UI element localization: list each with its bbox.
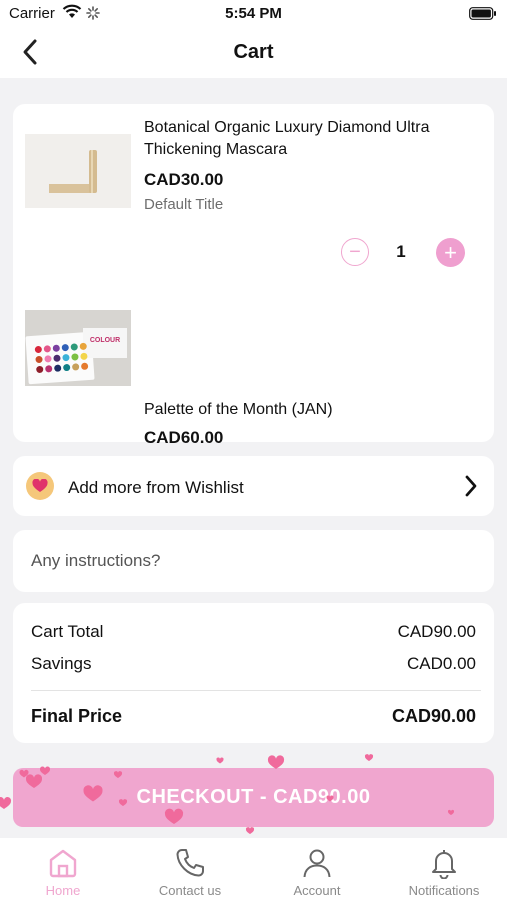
tab-home[interactable]: Home: [0, 838, 126, 900]
final-price-value: CAD90.00: [391, 706, 476, 726]
plus-icon: +: [444, 239, 457, 265]
checkout-label: CHECKOUT - CAD90.00: [136, 786, 371, 808]
heart-icon: [26, 472, 54, 500]
instructions-input[interactable]: [31, 551, 471, 571]
product-image-mascara[interactable]: [25, 134, 131, 208]
quantity-value: 1: [396, 242, 406, 261]
page-title: Cart: [233, 41, 274, 63]
item-title[interactable]: Palette of the Month (JAN): [144, 399, 444, 421]
item-variant: Default Title: [144, 196, 224, 213]
navigation-bar: Cart: [0, 28, 507, 78]
cart-total-value: CAD90.00: [397, 622, 476, 641]
savings-label: Savings: [31, 654, 92, 673]
tab-label: Home: [45, 883, 81, 898]
battery-icon: [469, 7, 497, 24]
checkout-button[interactable]: CHECKOUT - CAD90.00: [13, 768, 494, 827]
status-bar: Carrier 5:54 PM: [0, 0, 507, 28]
decrease-quantity-button[interactable]: −: [341, 238, 369, 266]
home-icon: [47, 847, 79, 884]
tab-label: Account: [293, 883, 341, 898]
wishlist-label: Add more from Wishlist: [68, 478, 244, 497]
clock: 5:54 PM: [225, 5, 282, 22]
cart-item: COLOUR Palette of the Month (JAN) CAD60.…: [13, 264, 494, 585]
cart-item: Botanical Organic Luxury Diamond Ultra T…: [13, 104, 494, 267]
tab-label: Notifications: [408, 883, 480, 898]
tab-bar: Home Contact us Account Notifications: [0, 838, 507, 900]
user-icon: [301, 847, 333, 884]
svg-text:COLOUR: COLOUR: [90, 337, 120, 344]
chevron-right-icon: [464, 474, 478, 503]
cart-total-label: Cart Total: [31, 622, 104, 641]
bell-icon: [428, 847, 460, 884]
add-from-wishlist-button[interactable]: Add more from Wishlist: [13, 456, 494, 516]
minus-icon: −: [349, 240, 361, 263]
order-summary-card: Cart Total CAD90.00 Savings CAD0.00 Fina…: [13, 603, 494, 743]
divider: [31, 690, 481, 691]
item-price: CAD60.00: [144, 428, 224, 447]
tab-contact-us[interactable]: Contact us: [127, 838, 253, 900]
savings-value: CAD0.00: [407, 654, 476, 673]
product-image-palette[interactable]: COLOUR: [25, 310, 131, 386]
instructions-card: [13, 530, 494, 592]
cart-items-card: Botanical Organic Luxury Diamond Ultra T…: [13, 104, 494, 585]
tab-notifications[interactable]: Notifications: [381, 838, 507, 900]
item-price: CAD30.00: [144, 170, 224, 189]
tab-label: Contact us: [158, 883, 222, 898]
final-price-label: Final Price: [31, 706, 123, 726]
tab-account[interactable]: Account: [254, 838, 380, 900]
item-title[interactable]: Botanical Organic Luxury Diamond Ultra T…: [144, 117, 444, 161]
increase-quantity-button[interactable]: +: [436, 238, 465, 267]
phone-icon: [174, 847, 206, 884]
